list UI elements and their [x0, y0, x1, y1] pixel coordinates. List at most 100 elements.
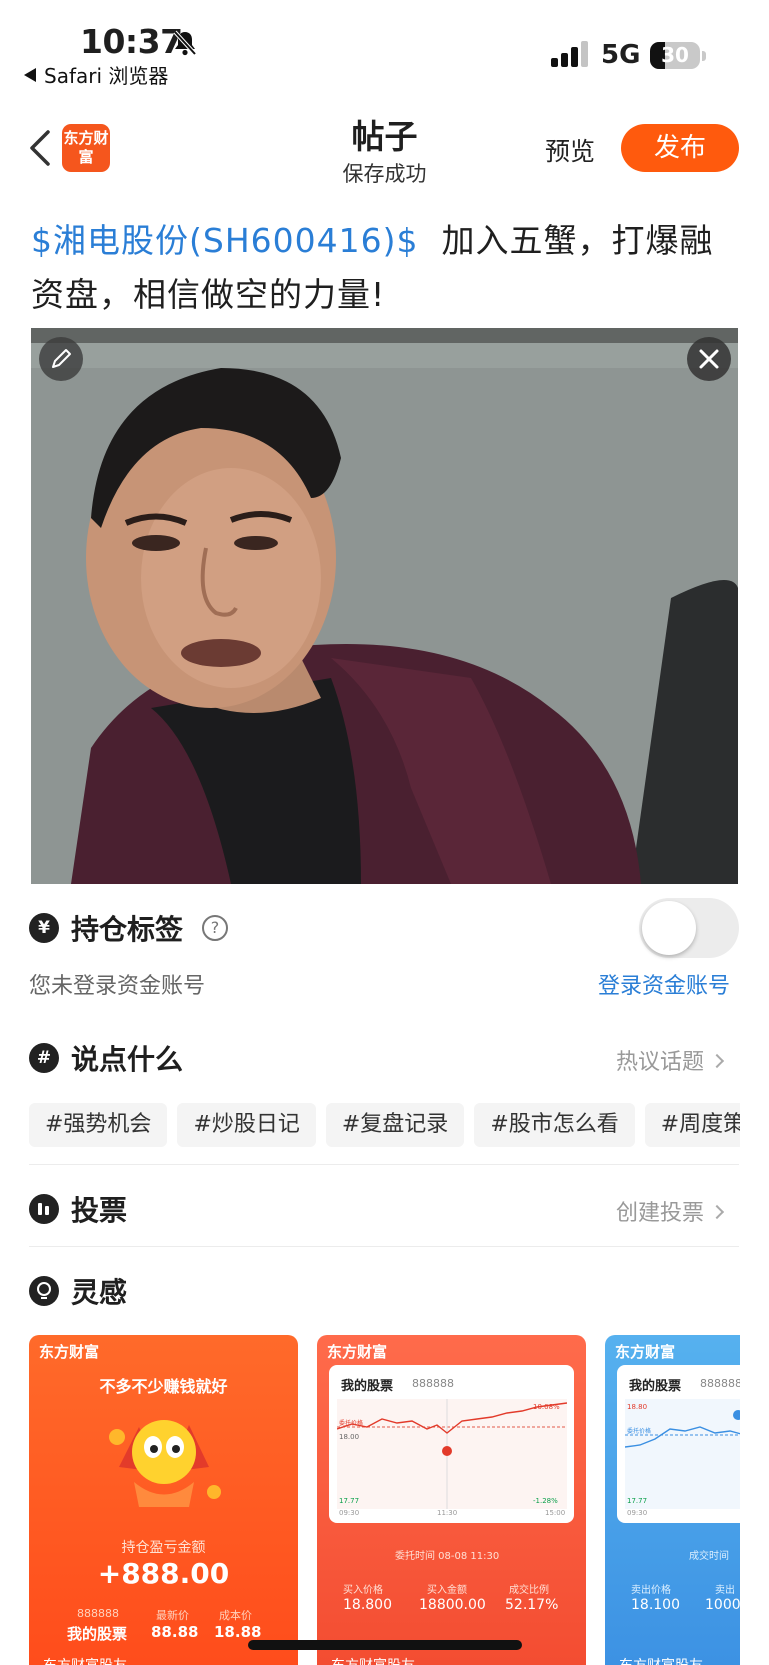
intraday-line-chart: 18.00 17.77 10.08% -1.28% 委托价格 09:30 11:…: [337, 1399, 567, 1517]
time-start: 09:30: [627, 1509, 647, 1517]
stock-tag[interactable]: $湘电股份(SH600416)$: [31, 221, 418, 260]
cost-price: 18.88: [214, 1623, 262, 1641]
sell-price: 18.100: [631, 1597, 680, 1613]
card-brand: 东方财富: [39, 1343, 100, 1361]
post-body-editor[interactable]: $湘电股份(SH600416)$ 加入五蟹，打爆融资盘，相信做空的力量!: [31, 214, 741, 322]
battery-icon: 30: [650, 42, 700, 69]
ratio: 52.17%: [505, 1597, 559, 1613]
topic-chip[interactable]: #周度策: [644, 1103, 740, 1147]
stock-name: 我的股票: [67, 1625, 128, 1643]
topic-chip[interactable]: #炒股日记: [177, 1103, 316, 1147]
login-hint: 您未登录资金账号: [29, 974, 206, 999]
chevron-right-icon: [709, 1204, 725, 1220]
mascot-illustration: [109, 1420, 221, 1507]
silent-bell-icon: [173, 30, 197, 56]
card-brand: 东方财富: [615, 1343, 676, 1361]
sell-amount: 10000: [705, 1597, 740, 1613]
yen-icon: ¥: [29, 913, 59, 943]
order-time: 委托时间 08-08 11:30: [395, 1551, 500, 1562]
holding-tag-toggle[interactable]: [639, 898, 739, 958]
card-brand: 东方财富: [327, 1343, 388, 1361]
chart-panel: 我的股票 888888 18.80 17.77 委托价格 09:30: [617, 1365, 740, 1523]
help-icon[interactable]: ?: [202, 915, 228, 941]
y-bottom-label: 17.77: [339, 1497, 359, 1505]
lightbulb-icon: [29, 1276, 59, 1306]
inspiration-card-buy[interactable]: 东方财富 我的股票 888888 18.00 17.77 10.08% -1.2…: [317, 1335, 586, 1665]
order-tag-label: 委托价格: [627, 1427, 651, 1435]
chart-panel: 我的股票 888888 18.00 17.77 10.08% -1.28% 委托…: [329, 1365, 574, 1523]
divider: [29, 1246, 739, 1247]
buy-price-label: 买入价格: [343, 1585, 383, 1596]
card-footer: 东方财富股友: [619, 1655, 703, 1665]
back-app-label: Safari 浏览器: [44, 64, 169, 88]
login-fund-account-link[interactable]: 登录资金账号: [598, 968, 730, 1000]
battery-level: 30: [661, 43, 689, 67]
divider: [29, 1164, 739, 1165]
create-vote-label: 创建投票: [616, 1201, 705, 1226]
topic-chip[interactable]: #股市怎么看: [474, 1103, 635, 1147]
publish-button[interactable]: 发布: [621, 124, 739, 172]
pl-label: 持仓盈亏金额: [121, 1540, 206, 1556]
status-bar: 10:37 Safari 浏览器 5G 30: [0, 0, 769, 92]
panel-title: 我的股票: [341, 1379, 394, 1394]
buy-amount-label: 买入金额: [427, 1585, 467, 1596]
back-triangle-icon: [24, 68, 36, 82]
sell-amount-label: 卖出: [715, 1585, 735, 1596]
meme-illustration: [31, 328, 738, 884]
toggle-knob: [642, 901, 696, 955]
inspiration-card-row: 东方财富 不多不少赚钱就好 持仓盈亏金额 +888.00 888888 最新价 …: [29, 1335, 740, 1665]
post-image[interactable]: [31, 328, 738, 884]
high-pct-label: 10.08%: [533, 1403, 560, 1411]
clock: 10:37: [80, 22, 183, 61]
buy-amount: 18800.00: [419, 1597, 486, 1613]
topic-chip[interactable]: #复盘记录: [325, 1103, 465, 1147]
time-end: 15:00: [545, 1509, 565, 1517]
inspiration-title: 灵感: [71, 1276, 128, 1309]
card-slogan: 不多不少赚钱就好: [99, 1377, 228, 1396]
chevron-right-icon: [709, 1053, 725, 1069]
cellular-signal-icon: [551, 41, 591, 67]
inspiration-card-sell[interactable]: 东方财富 我的股票 888888 18.80 17.77 委托价格 09:30 …: [605, 1335, 740, 1665]
network-type: 5G: [601, 40, 641, 70]
y-top-label: 18.80: [627, 1403, 647, 1411]
nav-bar: 东方财富 帖子 保存成功 预览 发布: [0, 108, 769, 196]
poll-chart-icon: [29, 1194, 59, 1224]
holding-tag-title: 持仓标签: [71, 913, 184, 946]
pl-value: +888.00: [97, 1557, 230, 1590]
battery-cap: [702, 51, 706, 61]
hot-topics-link[interactable]: 热议话题: [616, 1044, 725, 1076]
y-top-label: 18.00: [339, 1433, 359, 1441]
topic-chip-row: #强势机会 #炒股日记 #复盘记录 #股市怎么看 #周度策: [29, 1103, 740, 1147]
hashtag-icon: #: [29, 1043, 59, 1073]
create-vote-link[interactable]: 创建投票: [616, 1195, 725, 1227]
ratio-label: 成交比例: [509, 1585, 549, 1596]
card-footer: 东方财富股友: [331, 1655, 415, 1665]
home-indicator[interactable]: [248, 1640, 522, 1650]
latest-price-label: 最新价: [156, 1609, 189, 1622]
edit-image-pencil-icon[interactable]: [39, 337, 83, 381]
low-pct-label: -1.28%: [533, 1497, 558, 1505]
panel-code: 888888: [700, 1377, 740, 1390]
inspiration-card-profit[interactable]: 东方财富 不多不少赚钱就好 持仓盈亏金额 +888.00 888888 最新价 …: [29, 1335, 298, 1665]
card-footer: 东方财富股友: [43, 1655, 127, 1665]
remove-image-close-icon[interactable]: [687, 337, 731, 381]
say-something-title: 说点什么: [71, 1043, 184, 1076]
stock-code: 888888: [77, 1607, 119, 1620]
order-tag-label: 委托价格: [339, 1419, 363, 1427]
hot-topics-label: 热议话题: [616, 1050, 705, 1075]
back-to-safari[interactable]: Safari 浏览器: [24, 60, 168, 89]
sell-price-label: 卖出价格: [631, 1585, 671, 1596]
buy-price: 18.800: [343, 1597, 392, 1613]
topic-chip[interactable]: #强势机会: [29, 1103, 168, 1147]
vote-title: 投票: [71, 1194, 128, 1227]
time-mid: 11:30: [437, 1509, 457, 1517]
time-start: 09:30: [339, 1509, 359, 1517]
intraday-line-chart: 18.80 17.77 委托价格 09:30: [625, 1399, 740, 1517]
cost-price-label: 成本价: [219, 1609, 252, 1622]
panel-title: 我的股票: [629, 1379, 682, 1394]
deal-time: 成交时间: [689, 1551, 729, 1562]
y-bottom-label: 17.77: [627, 1497, 647, 1505]
preview-button[interactable]: 预览: [545, 132, 595, 168]
panel-code: 888888: [412, 1377, 454, 1390]
latest-price: 88.88: [151, 1623, 199, 1641]
